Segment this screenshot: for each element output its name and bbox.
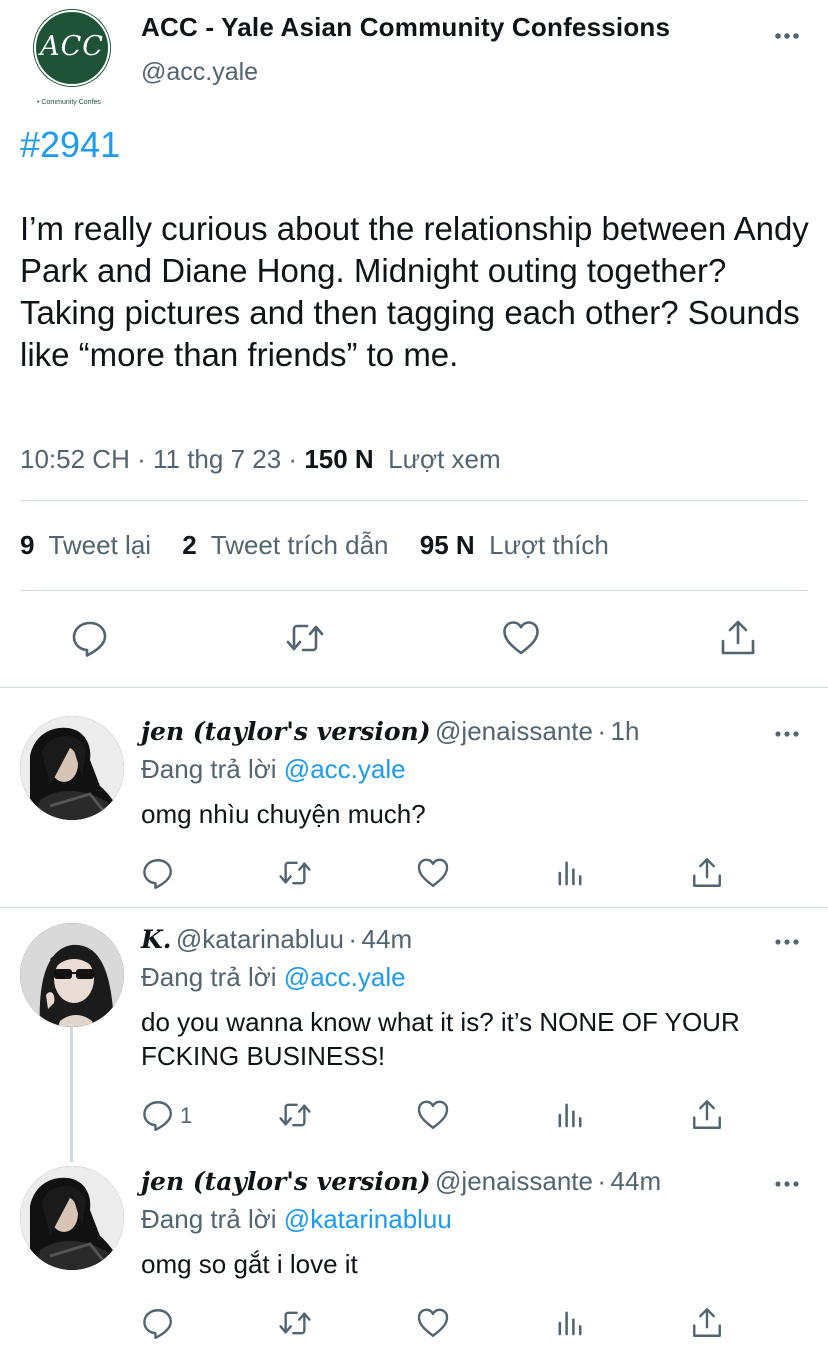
- tweet-text: I’m really curious about the relationshi…: [20, 210, 809, 373]
- reply-handle[interactable]: @jenaissante: [435, 716, 593, 746]
- replying-prefix: Đang trả lời: [141, 962, 277, 992]
- reply-avatar[interactable]: [20, 716, 124, 820]
- retweets-count: 9: [20, 530, 35, 560]
- reply-display-name[interactable]: K.: [141, 925, 171, 954]
- separator: ·: [348, 924, 358, 954]
- share-icon[interactable]: [690, 1306, 724, 1340]
- replying-to: Đang trả lời @acc.yale: [141, 962, 406, 993]
- more-icon[interactable]: [772, 20, 802, 50]
- analytics-icon[interactable]: [553, 1306, 587, 1340]
- like-icon[interactable]: [501, 618, 541, 658]
- divider: [20, 590, 808, 591]
- separator: ·: [597, 1166, 607, 1196]
- divider: [0, 687, 828, 688]
- separator: ·: [137, 444, 146, 474]
- logo-text: ACC: [40, 31, 104, 62]
- acc-logo: ACC: [34, 10, 110, 86]
- share-icon[interactable]: [690, 1098, 724, 1132]
- reply-count: 1: [180, 1103, 193, 1128]
- replying-mention[interactable]: @acc.yale: [284, 962, 406, 992]
- reply-avatar[interactable]: [20, 923, 124, 1027]
- replying-to: Đang trả lời @katarinabluu: [141, 1204, 452, 1235]
- like-icon[interactable]: [416, 1098, 450, 1132]
- retweet-icon[interactable]: [278, 1098, 312, 1132]
- reply-text: do you wanna know what it is? it’s NONE …: [141, 1007, 740, 1071]
- reply-icon[interactable]: [141, 856, 175, 890]
- views-count: 150 N: [304, 444, 374, 474]
- reply-header: K. @katarinabluu · 44m: [141, 924, 412, 955]
- divider: [0, 907, 828, 908]
- author-handle[interactable]: @acc.yale: [141, 58, 258, 87]
- logo-subtext: • Community Confes: [37, 99, 101, 106]
- reply-header: jen (taylor's version) @jenaissante · 1h: [141, 716, 639, 747]
- likes-stat[interactable]: 95 N Lượt thích: [420, 530, 609, 560]
- retweets-stat[interactable]: 9 Tweet lại: [20, 530, 151, 560]
- divider: [20, 500, 808, 501]
- reply-handle[interactable]: @katarinabluu: [176, 924, 344, 954]
- tweet-stats: 9 Tweet lại 2 Tweet trích dẫn 95 N Lượt …: [20, 530, 609, 561]
- quotes-count: 2: [182, 530, 197, 560]
- more-icon[interactable]: [772, 927, 802, 957]
- reply-header: jen (taylor's version) @jenaissante · 44…: [141, 1166, 661, 1197]
- replying-prefix: Đang trả lời: [141, 1204, 277, 1234]
- retweets-label: Tweet lại: [48, 530, 152, 560]
- replying-prefix: Đang trả lời: [141, 754, 277, 784]
- like-icon[interactable]: [416, 1306, 450, 1340]
- more-icon[interactable]: [772, 719, 802, 749]
- reply-time[interactable]: 44m: [611, 1166, 662, 1196]
- reply-icon[interactable]: [141, 1306, 175, 1340]
- separator: ·: [288, 444, 298, 474]
- replying-mention[interactable]: @acc.yale: [284, 754, 406, 784]
- tweet-time[interactable]: 10:52 CH: [20, 444, 130, 474]
- separator: ·: [597, 716, 607, 746]
- hashtag-link[interactable]: #2941: [20, 124, 120, 166]
- author-display-name[interactable]: ACC - Yale Asian Community Confessions: [141, 12, 670, 43]
- reply-icon[interactable]: [70, 618, 110, 658]
- quotes-stat[interactable]: 2 Tweet trích dẫn: [182, 530, 388, 560]
- author-avatar[interactable]: ACC • Community Confes: [33, 9, 111, 106]
- likes-count: 95 N: [419, 530, 475, 560]
- reply-display-name[interactable]: jen (taylor's version): [141, 717, 431, 746]
- share-icon[interactable]: [718, 618, 758, 658]
- reply-display-name[interactable]: jen (taylor's version): [141, 1167, 431, 1196]
- reply-avatar[interactable]: [20, 1166, 124, 1270]
- share-icon[interactable]: [690, 856, 724, 890]
- tweet-meta: 10:52 CH · 11 thg 7 23 · 150 N Lượt xem: [20, 444, 501, 475]
- like-icon[interactable]: [416, 856, 450, 890]
- retweet-icon[interactable]: [278, 1306, 312, 1340]
- reply-handle[interactable]: @jenaissante: [435, 1166, 593, 1196]
- more-icon[interactable]: [772, 1169, 802, 1199]
- analytics-icon[interactable]: [553, 856, 587, 890]
- thread-connector: [70, 1027, 73, 1162]
- retweet-icon[interactable]: [285, 618, 325, 658]
- reply-text: omg so gắt i love it: [141, 1249, 358, 1279]
- tweet-date[interactable]: 11 thg 7 23: [153, 444, 281, 474]
- likes-label: Lượt thích: [489, 530, 609, 560]
- views-label: Lượt xem: [388, 444, 501, 474]
- replying-to: Đang trả lời @acc.yale: [141, 754, 406, 785]
- quotes-label: Tweet trích dẫn: [210, 530, 389, 560]
- retweet-icon[interactable]: [278, 856, 312, 890]
- reply-text: omg nhìu chuyện much?: [141, 799, 426, 829]
- replying-mention[interactable]: @katarinabluu: [284, 1204, 452, 1234]
- analytics-icon[interactable]: [553, 1098, 587, 1132]
- reply-time[interactable]: 1h: [611, 716, 640, 746]
- reply-time[interactable]: 44m: [362, 924, 413, 954]
- reply-icon[interactable]: [141, 1098, 175, 1132]
